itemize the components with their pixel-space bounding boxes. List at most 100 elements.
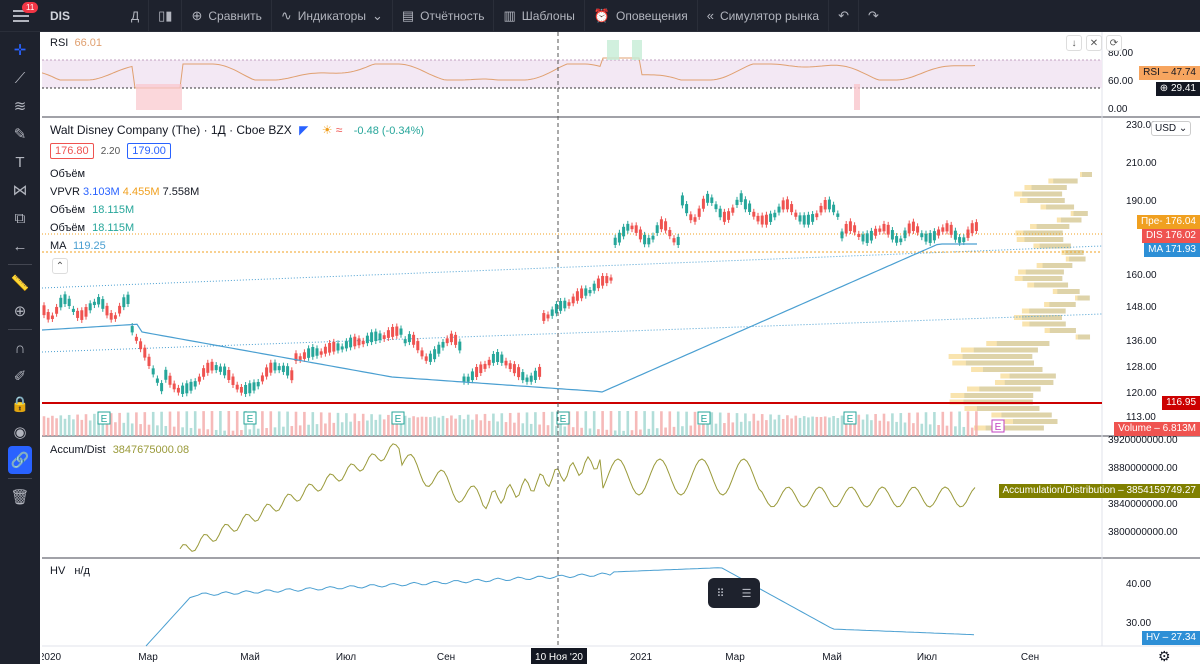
trash-icon[interactable]: 🗑 [0, 483, 40, 511]
volume-bar [143, 412, 147, 436]
candle [332, 341, 336, 352]
volume-bar [315, 424, 319, 436]
stay-drawing-icon[interactable]: ✐ [0, 362, 40, 390]
candle [844, 223, 848, 234]
earnings-letter: E [701, 414, 708, 425]
settings-sliders-icon[interactable]: ☰ [742, 587, 752, 600]
redo-icon: ↷ [868, 7, 879, 23]
toolbar-divider [8, 329, 32, 330]
candle [164, 369, 168, 380]
financials-button[interactable]: ▤ Отчётность [393, 0, 495, 32]
volume-bar [492, 413, 495, 436]
top-toolbar: 11 DIS Д ▯▮ ⊕ Сравнить ∿ Индикаторы ⌄ ▤ Отчё… [0, 0, 1200, 32]
candle [630, 225, 634, 230]
volume-bar [265, 428, 268, 436]
candle [55, 306, 59, 314]
candle [802, 215, 806, 225]
fib-icon[interactable]: ≋ [0, 92, 40, 120]
candle [328, 343, 332, 353]
templates-button[interactable]: ▥ Шаблоны [494, 0, 585, 32]
rsi-label-value: 47.74 [1170, 67, 1196, 78]
volume-bar [676, 411, 680, 436]
candle [550, 309, 554, 316]
plus-circle-icon[interactable]: ⊕ [1160, 83, 1168, 94]
undo-button[interactable]: ↶ [829, 0, 859, 32]
candle [231, 376, 235, 385]
back-arrow-icon[interactable]: ← [0, 232, 40, 260]
volume-bar [639, 429, 642, 436]
vpvr-bar-down [950, 393, 1034, 398]
candle [382, 335, 386, 339]
trend-line [42, 313, 1103, 353]
volume-bar [685, 411, 688, 436]
magnet-icon[interactable]: ∩ [0, 334, 40, 362]
dis-label: DIS [1145, 230, 1163, 241]
link-icon[interactable]: 🔗 [8, 446, 32, 474]
volume-bar [521, 423, 525, 436]
volume-bar [500, 413, 504, 436]
volume-bar [710, 412, 714, 436]
lock-icon[interactable]: 🔒 [0, 390, 40, 418]
prediction-icon[interactable]: ⧉ [0, 204, 40, 232]
bid-price[interactable]: 176.80 [50, 143, 94, 159]
volume-bar [538, 424, 541, 436]
volume-bar [59, 415, 63, 436]
replay-button[interactable]: « Симулятор рынка [698, 0, 830, 32]
volume-bar [786, 415, 789, 436]
volume-bar [840, 415, 844, 436]
chart-area[interactable]: 80.00 60.00 0.00 230.00 210.00 190.00 160.00 14… [42, 32, 1200, 664]
eye-icon[interactable]: ◉ [0, 418, 40, 446]
ma-legend: MA 119.25 [50, 240, 106, 252]
volume-bar [147, 424, 151, 436]
menu-button[interactable]: 11 [0, 0, 42, 32]
earnings-letter: E [995, 422, 1002, 433]
ma-label: MA [50, 240, 66, 252]
pattern-icon[interactable]: ⋈ [0, 176, 40, 204]
trend-line-icon[interactable]: ⟋ [0, 64, 40, 92]
zoom-in-icon[interactable]: ⊕ [0, 297, 40, 325]
move-down-icon[interactable]: ↓ [1066, 35, 1082, 51]
volume-bar [361, 413, 365, 436]
text-icon[interactable]: T [0, 148, 40, 176]
chart-type-button[interactable]: ▯▮ [149, 0, 183, 32]
redo-button[interactable]: ↷ [859, 0, 888, 32]
spread-value: 2.20 [100, 146, 121, 157]
floating-drawing-toolbar[interactable]: ⠿ ☰ [708, 578, 760, 608]
undo-icon: ↶ [838, 7, 849, 23]
ruler-icon[interactable]: 📏 [0, 269, 40, 297]
collapse-legend-icon[interactable]: ⌃ [52, 258, 68, 274]
volume-bar [471, 419, 474, 436]
candle [798, 215, 802, 222]
volume-bar [286, 411, 289, 436]
volume-bar [630, 430, 634, 436]
interval-button[interactable]: Д [122, 0, 150, 32]
candle [571, 296, 575, 304]
candle [546, 314, 550, 319]
candle [899, 238, 903, 243]
drag-handle-icon[interactable]: ⠿ [717, 587, 725, 600]
currency-selector[interactable]: USD ⌄ [1151, 121, 1192, 136]
candle [412, 334, 416, 345]
volume-bar [605, 429, 609, 436]
symbol-search[interactable]: DIS [42, 9, 122, 23]
compare-button[interactable]: ⊕ Сравнить [182, 0, 272, 32]
crosshair-icon[interactable]: ✛ [0, 36, 40, 64]
indicators-button[interactable]: ∿ Индикаторы ⌄ [272, 0, 393, 32]
rewind-icon: « [706, 8, 714, 23]
volume-bar [752, 413, 756, 436]
volume-bar [508, 412, 512, 436]
candle [105, 305, 109, 316]
alerts-button[interactable]: ⏰ Оповещения [585, 0, 698, 32]
toolbar-divider [8, 264, 32, 265]
volume-bar [907, 412, 911, 436]
settings-gear-icon[interactable]: ⚙ [1158, 648, 1171, 665]
maximize-icon[interactable]: ⟳ [1106, 35, 1122, 51]
brush-icon[interactable]: ✎ [0, 120, 40, 148]
ask-price[interactable]: 179.00 [127, 143, 171, 159]
close-icon[interactable]: ✕ [1086, 35, 1102, 51]
candle [529, 375, 533, 382]
candle [953, 230, 957, 240]
rsi-pane-tools: ↓ ✕ ⟳ [1066, 35, 1122, 51]
candle [462, 376, 466, 382]
wave-icon: ≈ [335, 123, 343, 137]
